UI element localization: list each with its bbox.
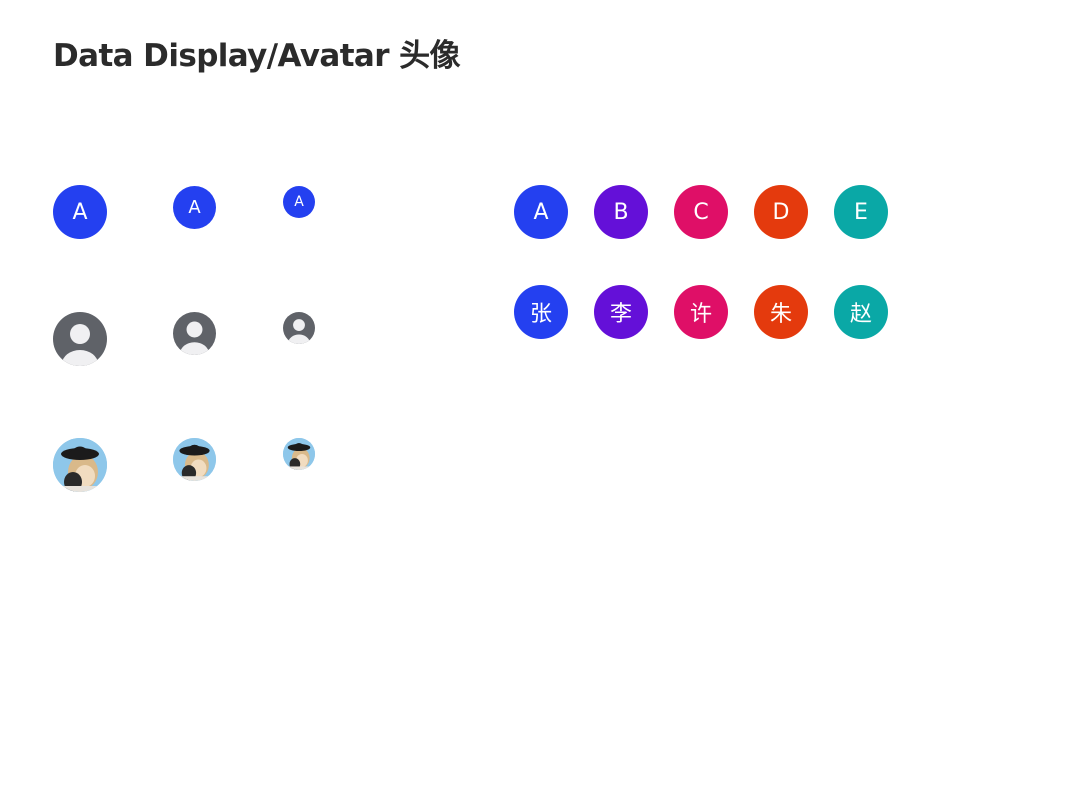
portrait-image — [173, 438, 216, 481]
avatar-name-li[interactable]: 李 — [594, 285, 648, 339]
avatar-user-large[interactable] — [53, 312, 107, 366]
avatar-user-medium[interactable] — [173, 312, 216, 355]
avatar-letter-b[interactable]: B — [594, 185, 648, 239]
avatar-photo-small[interactable] — [283, 438, 315, 470]
avatar-letter-d[interactable]: D — [754, 185, 808, 239]
avatar-letter-c[interactable]: C — [674, 185, 728, 239]
avatar-letter-medium[interactable]: A — [173, 186, 216, 229]
avatar-user-small[interactable] — [283, 312, 315, 344]
avatar-name-xu[interactable]: 许 — [674, 285, 728, 339]
portrait-image — [283, 438, 315, 470]
user-icon — [62, 324, 98, 366]
avatar-name-zhu[interactable]: 朱 — [754, 285, 808, 339]
avatar-letter-small[interactable]: A — [283, 186, 315, 218]
portrait-image — [53, 438, 107, 492]
avatar-letter-a[interactable]: A — [514, 185, 568, 239]
avatar-photo-large[interactable] — [53, 438, 107, 492]
avatar-name-zhao[interactable]: 赵 — [834, 285, 888, 339]
user-icon — [288, 319, 310, 344]
avatar-letter-large[interactable]: A — [53, 185, 107, 239]
user-icon — [180, 321, 209, 355]
avatar-photo-medium[interactable] — [173, 438, 216, 481]
page-title: Data Display/Avatar 头像 — [53, 38, 461, 74]
avatar-letter-e[interactable]: E — [834, 185, 888, 239]
avatar-name-zhang[interactable]: 张 — [514, 285, 568, 339]
